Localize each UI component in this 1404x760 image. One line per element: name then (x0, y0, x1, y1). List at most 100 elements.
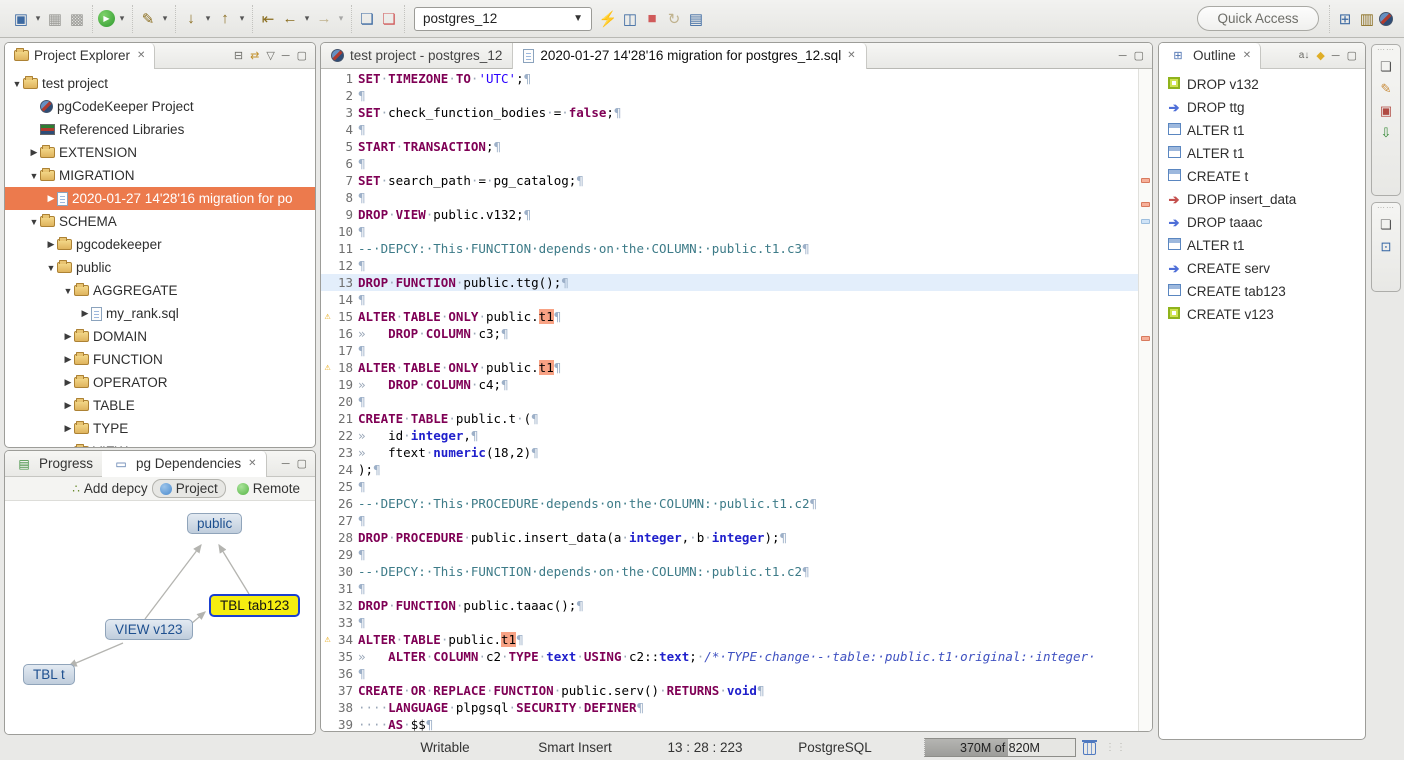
close-icon[interactable]: ✕ (1243, 50, 1251, 61)
new-dropdown-arrow[interactable]: ▾ (33, 8, 43, 30)
annotate-icon[interactable]: ✎ (138, 8, 158, 30)
tab-project-editor[interactable]: test project - postgres_12 (321, 43, 513, 69)
code-line[interactable]: 33¶ (321, 614, 1138, 631)
overview-occurrence-mark[interactable] (1141, 202, 1150, 207)
tree-item[interactable]: ▶TABLE (5, 394, 315, 417)
save-button[interactable]: ▦ (45, 8, 65, 30)
code-line[interactable]: 36¶ (321, 665, 1138, 682)
code-line[interactable]: 1SET·TIMEZONE·TO·'UTC';¶ (321, 70, 1138, 87)
tree-item[interactable]: ▶pgcodekeeper (5, 233, 315, 256)
code-line[interactable]: 7SET·search_path·=·pg_catalog;¶ (321, 172, 1138, 189)
outline-item[interactable]: ➔DROP taaac (1159, 211, 1365, 234)
code-line[interactable]: 17¶ (321, 342, 1138, 359)
maximize-icon[interactable]: ▢ (297, 457, 307, 470)
pull-down-icon[interactable]: ↓ (181, 8, 201, 30)
code-line[interactable]: 13DROP·FUNCTION·public.ttg();¶ (321, 274, 1138, 291)
annotate-view-icon[interactable]: ✎ (1376, 80, 1396, 98)
code-line[interactable]: 6¶ (321, 155, 1138, 172)
tree-item[interactable]: ▶DOMAIN (5, 325, 315, 348)
close-icon[interactable]: ✕ (248, 458, 256, 469)
code-line[interactable]: ⚠34ALTER·TABLE·public.t1¶ (321, 631, 1138, 648)
chevron-down-icon[interactable]: ▼ (28, 171, 40, 181)
tree-item[interactable]: ▶VIEW (5, 440, 315, 448)
minimize-icon[interactable]: ─ (1119, 50, 1127, 62)
run-dropdown-arrow[interactable]: ▾ (117, 8, 127, 30)
tree-item[interactable]: ▼public (5, 256, 315, 279)
chevron-down-icon[interactable]: ▼ (11, 79, 23, 89)
overview-occurrence-mark[interactable] (1141, 336, 1150, 341)
code-line[interactable]: ⚠15ALTER·TABLE·ONLY·public.t1¶ (321, 308, 1138, 325)
outline-item[interactable]: ➔DROP ttg (1159, 96, 1365, 119)
new-wizard-button[interactable]: ▣ (11, 8, 31, 30)
code-line[interactable]: 31¶ (321, 580, 1138, 597)
code-line[interactable]: 30--·DEPCY:·This·FUNCTION·depends·on·the… (321, 563, 1138, 580)
code-line[interactable]: 29¶ (321, 546, 1138, 563)
add-depcy-button[interactable]: Add depcy (84, 481, 148, 496)
code-area[interactable]: 1SET·TIMEZONE·TO·'UTC';¶2¶3SET·check_fun… (321, 70, 1138, 731)
code-line[interactable]: 20¶ (321, 393, 1138, 410)
overview-occurrence-mark[interactable] (1141, 178, 1150, 183)
forward-icon[interactable]: → (314, 8, 334, 30)
code-line[interactable]: 32DROP·FUNCTION·public.taaac();¶ (321, 597, 1138, 614)
drag-handle[interactable]: ⋯⋯ (1377, 47, 1395, 54)
tree-item[interactable]: ▼AGGREGATE (5, 279, 315, 302)
project-toggle[interactable]: Project (152, 479, 226, 498)
tab-progress[interactable]: ▤ Progress (5, 451, 102, 477)
code-line[interactable]: 12¶ (321, 257, 1138, 274)
code-line[interactable]: 19» DROP·COLUMN·c4;¶ (321, 376, 1138, 393)
new-sql-editor-icon[interactable]: ❏ (357, 8, 377, 30)
warning-filter-icon[interactable]: ◆ (1316, 49, 1324, 62)
resource-perspective-icon[interactable]: ▥ (1357, 8, 1377, 30)
code-line[interactable]: 4¶ (321, 121, 1138, 138)
garbage-collect-button[interactable] (1082, 739, 1097, 755)
code-line[interactable]: 3SET·check_function_bodies·=·false;¶ (321, 104, 1138, 121)
code-line[interactable]: 25¶ (321, 478, 1138, 495)
close-icon[interactable]: ✕ (137, 50, 145, 61)
sort-icon[interactable]: a↓ (1299, 50, 1310, 61)
minimize-icon[interactable]: ─ (1332, 50, 1340, 62)
outline-item[interactable]: ➔CREATE serv (1159, 257, 1365, 280)
code-line[interactable]: 11--·DEPCY:·This·FUNCTION·depends·on·the… (321, 240, 1138, 257)
view-menu-icon[interactable]: ▽ (266, 49, 274, 62)
tree-item[interactable]: ▶2020-01-27 14'28'16 migration for po (5, 187, 315, 210)
tree-item[interactable]: ▶my_rank.sql (5, 302, 315, 325)
chevron-right-icon[interactable]: ▶ (62, 423, 74, 434)
refresh-icon[interactable]: ↻ (664, 8, 684, 30)
minimize-icon[interactable]: ─ (282, 458, 290, 470)
tab-migration-sql[interactable]: 2020-01-27 14'28'16 migration for postgr… (513, 43, 866, 69)
drag-handle[interactable]: ⋯⋯ (1377, 205, 1395, 212)
push-dropdown-arrow[interactable]: ▾ (237, 8, 247, 30)
pgcodekeeper-perspective-icon[interactable] (1379, 12, 1393, 26)
node-view-v123[interactable]: VIEW v123 (105, 619, 193, 640)
node-tbl-tab123[interactable]: TBL tab123 (209, 594, 300, 617)
outline-item[interactable]: CREATE v123 (1159, 303, 1365, 326)
flash-icon[interactable]: ⚡ (598, 8, 618, 30)
code-line[interactable]: 26--·DEPCY:·This·PROCEDURE·depends·on·th… (321, 495, 1138, 512)
outline-item[interactable]: DROP v132 (1159, 73, 1365, 96)
save-all-button[interactable]: ▩ (67, 8, 87, 30)
annotate-dropdown-arrow[interactable]: ▾ (160, 8, 170, 30)
restore-views-button[interactable]: ❏ (1376, 216, 1396, 234)
editor-body[interactable]: 1SET·TIMEZONE·TO·'UTC';¶2¶3SET·check_fun… (321, 69, 1152, 731)
push-up-icon[interactable]: ↑ (215, 8, 235, 30)
outline-item[interactable]: ALTER t1 (1159, 234, 1365, 257)
tree-item[interactable]: pgCodeKeeper Project (5, 95, 315, 118)
restore-views-button[interactable]: ❏ (1376, 58, 1396, 76)
code-line[interactable]: ⚠18ALTER·TABLE·ONLY·public.t1¶ (321, 359, 1138, 376)
console-view-icon[interactable]: ⊡ (1376, 238, 1396, 256)
code-line[interactable]: 37CREATE·OR·REPLACE·FUNCTION·public.serv… (321, 682, 1138, 699)
tab-project-explorer[interactable]: Project Explorer ✕ (5, 43, 155, 69)
close-icon[interactable]: ✕ (847, 50, 855, 61)
code-line[interactable]: 10¶ (321, 223, 1138, 240)
quick-access-button[interactable]: Quick Access (1197, 6, 1319, 31)
tree-item[interactable]: ▼SCHEMA (5, 210, 315, 233)
node-tbl-t[interactable]: TBL t (23, 664, 75, 685)
chevron-right-icon[interactable]: ▶ (62, 354, 74, 365)
code-line[interactable]: 38····LANGUAGE·plpgsql·SECURITY·DEFINER¶ (321, 699, 1138, 716)
run-button[interactable]: ▶ (98, 10, 115, 27)
database-combo[interactable]: postgres_12 ▼ (414, 7, 592, 31)
combo-arrow-icon[interactable]: ▼ (573, 13, 583, 24)
code-line[interactable]: 8¶ (321, 189, 1138, 206)
code-line[interactable]: 9DROP·VIEW·public.v132;¶ (321, 206, 1138, 223)
outline-item[interactable]: ALTER t1 (1159, 142, 1365, 165)
